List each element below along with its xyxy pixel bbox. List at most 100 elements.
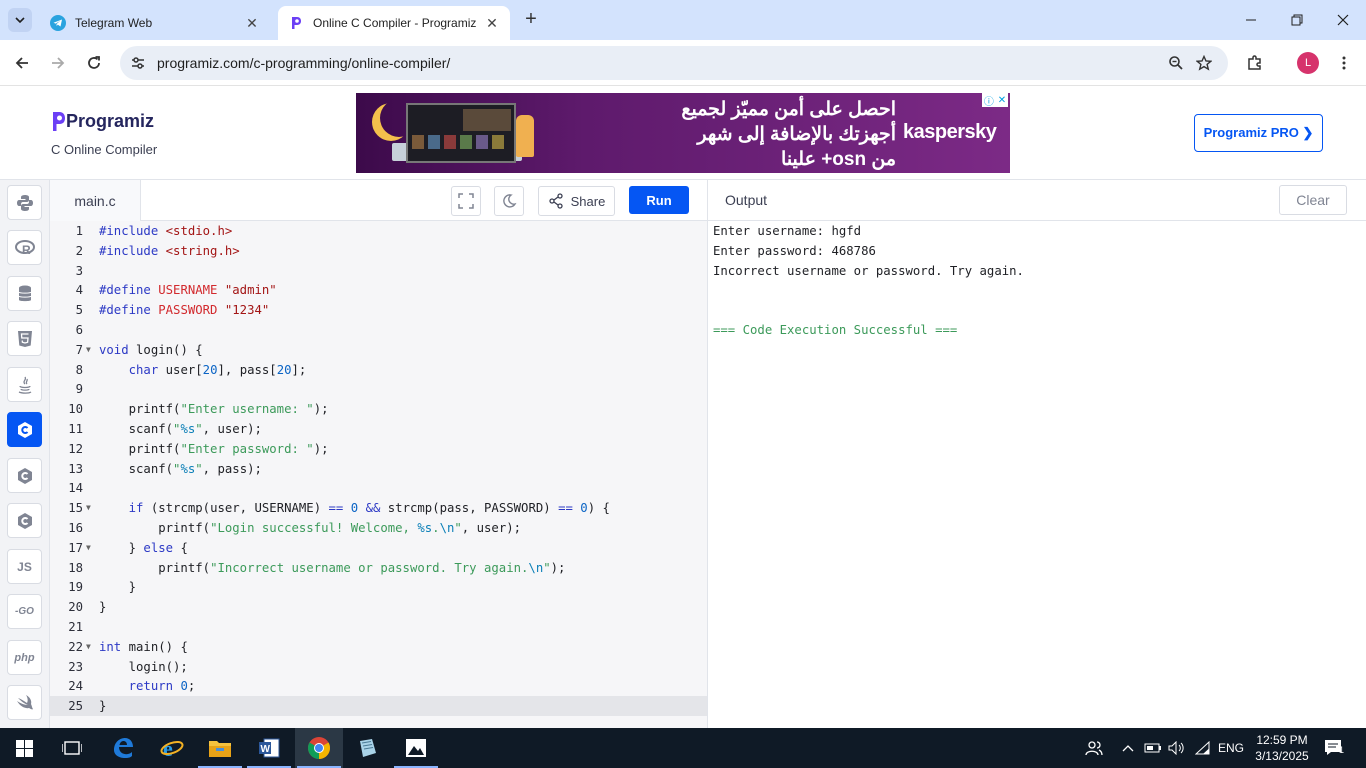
- code-line: 23 login();: [50, 657, 707, 677]
- tab-title: Telegram Web: [75, 16, 153, 30]
- reload-button[interactable]: [82, 51, 106, 75]
- language-sidebar: R JS -GO php: [0, 180, 50, 728]
- code-text: login();: [99, 660, 188, 674]
- bookmark-button[interactable]: [1190, 49, 1218, 77]
- code-line: 7 ▼ void login() {: [50, 340, 707, 360]
- line-number: 24: [68, 679, 83, 693]
- code-editor[interactable]: 1 #include <stdio.h> 2 #include <string.h>…: [50, 221, 707, 728]
- site-info-icon[interactable]: [128, 53, 148, 73]
- go-language-button[interactable]: -GO: [7, 594, 42, 629]
- cpp-icon: [17, 467, 32, 484]
- code-line: 4 #define USERNAME "admin": [50, 280, 707, 300]
- ad-choices[interactable]: ⓘ ✕: [982, 93, 1008, 108]
- sql-language-button[interactable]: [7, 276, 42, 311]
- volume-button[interactable]: [1166, 728, 1188, 768]
- java-language-button[interactable]: [7, 367, 42, 402]
- forward-button[interactable]: [46, 51, 70, 75]
- battery-button[interactable]: [1142, 728, 1164, 768]
- arrow-left-icon: [15, 57, 28, 69]
- csharp-language-button[interactable]: [7, 503, 42, 538]
- chrome-menu-button[interactable]: [1332, 51, 1356, 75]
- code-line: 22 ▼ int main() {: [50, 637, 707, 657]
- logo-text: Programiz: [66, 110, 155, 131]
- tab-programiz[interactable]: Online C Compiler - Programiz ✕: [278, 6, 510, 40]
- line-number: 3: [75, 264, 83, 278]
- show-hidden-icons-button[interactable]: [1118, 728, 1138, 768]
- internet-explorer-button[interactable]: e: [148, 728, 196, 768]
- dark-mode-button[interactable]: [494, 186, 524, 216]
- svg-text:R: R: [22, 243, 31, 256]
- input-language-button[interactable]: ENG: [1216, 728, 1246, 768]
- edge-legacy-button[interactable]: [99, 728, 147, 768]
- extensions-button[interactable]: [1243, 51, 1267, 75]
- cpp-language-button[interactable]: [7, 458, 42, 493]
- clock-date: 3/13/2025: [1255, 749, 1309, 763]
- wifi-icon: [1195, 741, 1210, 755]
- programiz-logo[interactable]: Programiz: [52, 110, 154, 132]
- line-number: 17: [68, 541, 83, 555]
- info-icon[interactable]: ⓘ: [984, 93, 994, 108]
- swift-language-button[interactable]: [7, 685, 42, 720]
- fullscreen-button[interactable]: [451, 186, 481, 216]
- system-clock[interactable]: 12:59 PM 3/13/2025: [1249, 732, 1315, 764]
- photos-button[interactable]: [392, 728, 440, 768]
- code-text: printf("Login successful! Welcome, %s.\n…: [99, 521, 522, 535]
- file-explorer-button[interactable]: [196, 728, 244, 768]
- profile-avatar[interactable]: L: [1297, 52, 1319, 74]
- ad-line-2: أجهزتك بالإضافة إلى شهر: [697, 124, 896, 145]
- r-icon: R: [14, 239, 35, 256]
- action-center-button[interactable]: 1: [1322, 728, 1346, 768]
- zoom-button[interactable]: [1162, 49, 1190, 77]
- r-language-button[interactable]: R: [7, 230, 42, 265]
- python-language-button[interactable]: [7, 185, 42, 220]
- line-number: 14: [68, 481, 83, 495]
- people-button[interactable]: [1082, 728, 1106, 768]
- back-button[interactable]: [10, 51, 34, 75]
- tab-telegram[interactable]: Telegram Web ✕: [40, 6, 270, 40]
- html-language-button[interactable]: [7, 321, 42, 356]
- line-number: 7: [75, 343, 83, 357]
- output-line: Incorrect username or password. Try agai…: [713, 264, 1024, 278]
- share-button[interactable]: Share: [538, 186, 615, 216]
- restore-button[interactable]: [1274, 0, 1320, 40]
- task-view-button[interactable]: [48, 728, 96, 768]
- url-text[interactable]: programiz.com/c-programming/online-compi…: [157, 55, 1162, 71]
- fold-arrow-icon[interactable]: ▼: [86, 340, 91, 360]
- clear-button[interactable]: Clear: [1279, 185, 1347, 215]
- go-icon: -GO: [15, 606, 34, 617]
- notepad-app-button[interactable]: [343, 728, 391, 768]
- code-line: 10 printf("Enter username: ");: [50, 399, 707, 419]
- close-icon[interactable]: ✕: [244, 15, 260, 31]
- file-tab[interactable]: main.c: [50, 180, 141, 221]
- minimize-button[interactable]: [1228, 0, 1274, 40]
- advertisement-banner[interactable]: احصل على أمن مميّز لجميع أجهزتك بالإضافة…: [356, 93, 1010, 173]
- fold-arrow-icon[interactable]: ▼: [86, 498, 91, 518]
- code-line: 15 ▼ if (strcmp(user, USERNAME) == 0 && s…: [50, 498, 707, 518]
- restore-icon: [1291, 14, 1303, 26]
- close-icon[interactable]: ✕: [998, 95, 1006, 106]
- address-bar[interactable]: programiz.com/c-programming/online-compi…: [120, 46, 1228, 80]
- run-button[interactable]: Run: [629, 186, 689, 214]
- output-console[interactable]: Enter username: hgfd Enter password: 468…: [707, 221, 1366, 728]
- new-tab-button[interactable]: +: [520, 9, 542, 31]
- share-label: Share: [570, 193, 606, 209]
- output-line: Enter username: hgfd: [713, 224, 862, 238]
- network-button[interactable]: [1192, 728, 1214, 768]
- javascript-language-button[interactable]: JS: [7, 549, 42, 584]
- programiz-pro-button[interactable]: Programiz PRO ❯: [1194, 114, 1323, 152]
- chevron-down-icon: [15, 17, 25, 24]
- csharp-icon: [17, 512, 32, 529]
- fold-arrow-icon[interactable]: ▼: [86, 538, 91, 558]
- close-window-button[interactable]: [1320, 0, 1366, 40]
- reload-icon: [88, 56, 100, 69]
- start-button[interactable]: [0, 728, 48, 768]
- chrome-button[interactable]: [295, 728, 343, 768]
- word-button[interactable]: W: [245, 728, 293, 768]
- close-icon[interactable]: ✕: [484, 15, 500, 31]
- fold-arrow-icon[interactable]: ▼: [86, 637, 91, 657]
- tab-search-button[interactable]: [8, 8, 32, 32]
- code-line: 5 #define PASSWORD "1234": [50, 300, 707, 320]
- php-language-button[interactable]: php: [7, 640, 42, 675]
- volume-icon: [1168, 741, 1184, 755]
- c-language-button[interactable]: [7, 412, 42, 447]
